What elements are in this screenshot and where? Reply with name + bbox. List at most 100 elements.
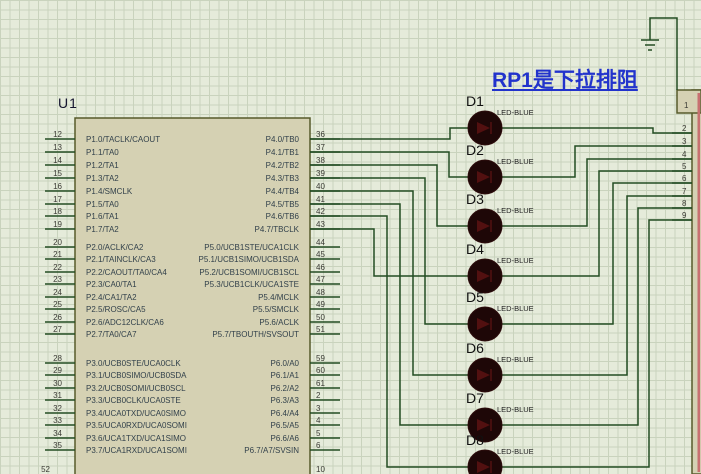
led-name-label: D3 — [466, 191, 484, 207]
pin-number-left: 34 — [53, 429, 62, 438]
pin-label-left: P3.3/UCB0CLK/UCA0STE — [86, 396, 181, 405]
wire-led-to-respack[interactable] — [502, 196, 692, 375]
led-type-label: LED-BLUE — [497, 108, 534, 117]
led-type-label: LED-BLUE — [497, 206, 534, 215]
pin-label-left: P1.7/TA2 — [86, 225, 119, 234]
pin-label-right: P4.7/TBCLK — [255, 225, 300, 234]
pin-number-left: 29 — [53, 366, 62, 375]
wire-led-to-respack[interactable] — [502, 208, 692, 425]
pin-number-left: 24 — [53, 288, 62, 297]
pin-label-left: P3.4/UCA0TXD/UCA0SIMO — [86, 409, 186, 418]
pin-number-left: 14 — [53, 156, 62, 165]
pin-number-right: 4 — [316, 416, 321, 425]
led-type-label: LED-BLUE — [497, 157, 534, 166]
pin-label-right: P5.7/TBOUTH/SVSOUT — [212, 330, 299, 339]
pin-number-right: 36 — [316, 130, 325, 139]
pin-label-right: P6.5/A5 — [271, 421, 300, 430]
pin-number-left: 13 — [53, 143, 62, 152]
pin-label-left: P1.0/TACLK/CAOUT — [86, 135, 160, 144]
pin-label-left: P2.5/ROSC/CA5 — [86, 305, 146, 314]
pin-label-right: P4.4/TB4 — [266, 187, 300, 196]
pin-number-right: 60 — [316, 366, 325, 375]
pin-label-right: P5.4/MCLK — [258, 293, 300, 302]
pin-label-right: P5.1/UCB1SIMO/UCB1SDA — [199, 255, 300, 264]
respack-pin-number: 1 — [684, 101, 689, 110]
pin-number-left: 32 — [53, 404, 62, 413]
pin-number-left: 16 — [53, 182, 62, 191]
pin-number-left: 19 — [53, 220, 62, 229]
pin-number-left: 25 — [53, 300, 62, 309]
pin-number-left: 21 — [53, 250, 62, 259]
pin-label-right: P5.0/UCB1STE/UCA1CLK — [204, 243, 299, 252]
wire-led-to-respack[interactable] — [502, 159, 692, 226]
pin-label-right: P4.1/TB1 — [266, 148, 300, 157]
respack-pin-number: 9 — [682, 211, 687, 220]
pin-label-right: P6.7/A7/SVSIN — [244, 446, 299, 455]
pin-label-left: P2.7/TA0/CA7 — [86, 330, 137, 339]
pin-number-left: 31 — [53, 391, 62, 400]
wire-led-to-respack[interactable] — [502, 183, 692, 324]
pin-label-left: P3.0/UCB0STE/UCA0CLK — [86, 359, 181, 368]
pin-number-right: 37 — [316, 143, 325, 152]
wire-mcu-to-led[interactable] — [310, 178, 468, 324]
pin-number-right: 45 — [316, 250, 325, 259]
pin-number-left: 35 — [53, 441, 62, 450]
wire-mcu-to-led[interactable] — [310, 128, 468, 139]
pin-label-right: P6.6/A6 — [271, 434, 300, 443]
pin-label-left: P2.3/CA0/TA1 — [86, 280, 137, 289]
pin-number-right: 48 — [316, 288, 325, 297]
respack-rp1-body[interactable] — [677, 90, 701, 474]
pin-label-left: P1.6/TA1 — [86, 212, 119, 221]
wire-mcu-to-led[interactable] — [310, 216, 468, 467]
wire-mcu-to-led[interactable] — [310, 204, 468, 425]
pin-number-left: 12 — [53, 130, 62, 139]
led-name-label: D2 — [466, 142, 484, 158]
pin-number-right: 2 — [316, 391, 321, 400]
pin-label-left: P3.6/UCA1TXD/UCA1SIMO — [86, 434, 186, 443]
respack-element-strip — [698, 93, 701, 472]
pin-label-left: P3.7/UCA1RXD/UCA1SOMI — [86, 446, 187, 455]
pin-number-left: 20 — [53, 238, 62, 247]
pin-number-left: 17 — [53, 195, 62, 204]
led-name-label: D6 — [466, 340, 484, 356]
respack-pin-number: 7 — [682, 187, 687, 196]
pin-number-right: 42 — [316, 207, 325, 216]
wire-mcu-to-led[interactable] — [310, 165, 468, 226]
pin-label-left: P2.2/CAOUT/TA0/CA4 — [86, 268, 167, 277]
annotation-rp1-note: RP1是下拉排阻 — [492, 64, 638, 94]
pin-number-right: 5 — [316, 429, 321, 438]
pin-number-left: 26 — [53, 313, 62, 322]
led-type-label: LED-BLUE — [497, 447, 534, 456]
wire-led-to-respack[interactable] — [502, 128, 692, 133]
pin-number-right: 44 — [316, 238, 325, 247]
pin-label-left: P2.0/ACLK/CA2 — [86, 243, 144, 252]
pin-label-right: P6.2/A2 — [271, 384, 300, 393]
pin-label-right: P5.3/UCB1CLK/UCA1STE — [204, 280, 299, 289]
wire-mcu-to-led[interactable] — [310, 229, 468, 276]
pin-number-right: 43 — [316, 220, 325, 229]
led-type-label: LED-BLUE — [497, 405, 534, 414]
pin-label-left: P2.6/ADC12CLK/CA6 — [86, 318, 164, 327]
pin-number-left: 33 — [53, 416, 62, 425]
pin-label-right: P4.6/TB6 — [266, 212, 300, 221]
schematic-canvas: 12P1.0/TACLK/CAOUT36P4.0/TB013P1.1/TA037… — [0, 0, 701, 474]
led-type-label: LED-BLUE — [497, 304, 534, 313]
pin-label-right: P4.5/TB5 — [266, 200, 300, 209]
pin-number-right: 10 — [316, 465, 325, 474]
led-name-label: D4 — [466, 241, 484, 257]
pin-label-right: P4.3/TB3 — [266, 174, 300, 183]
pin-number-left: 22 — [53, 263, 62, 272]
pin-number-right: 6 — [316, 441, 321, 450]
pin-number-right: 51 — [316, 325, 325, 334]
ground-symbol[interactable] — [641, 18, 677, 90]
pin-number-right: 50 — [316, 313, 325, 322]
pin-number-right: 47 — [316, 275, 325, 284]
pin-number-right: 38 — [316, 156, 325, 165]
respack-pin-number: 4 — [682, 150, 687, 159]
led-type-label: LED-BLUE — [497, 256, 534, 265]
pin-number-left: 28 — [53, 354, 62, 363]
wire-mcu-to-led[interactable] — [310, 191, 468, 375]
pin-number-right: 40 — [316, 182, 325, 191]
respack-pin-number: 6 — [682, 174, 687, 183]
pin-label-left: P1.1/TA0 — [86, 148, 119, 157]
